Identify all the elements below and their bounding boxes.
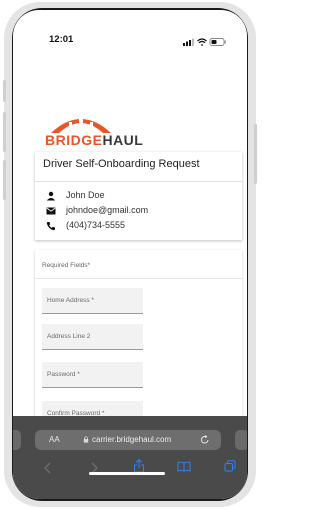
home-address-input[interactable] — [42, 288, 143, 313]
text-size-button[interactable]: AA — [49, 435, 60, 444]
phone-icon — [46, 222, 55, 231]
name-row: John Doe — [46, 190, 105, 202]
power-button — [254, 124, 257, 184]
next-tab-preview[interactable] — [235, 430, 247, 450]
bridgehaul-logo: BRIDGEHAUL — [45, 115, 155, 149]
signal-icon — [183, 38, 194, 46]
url-text[interactable]: carrier.bridgehaul.com — [92, 435, 171, 444]
address-line-2-field[interactable] — [42, 324, 143, 350]
card-divider — [35, 181, 242, 182]
logo-text-haul: HAUL — [102, 132, 144, 148]
home-indicator[interactable] — [89, 472, 165, 475]
person-icon — [46, 191, 56, 201]
volume-down-button — [3, 160, 6, 200]
volume-up-button — [3, 112, 6, 152]
required-fields-note: Required Fields* — [42, 262, 91, 269]
tabs-icon[interactable] — [224, 460, 236, 472]
address-bar[interactable]: AA carrier.bridgehaul.com — [35, 430, 221, 450]
bookmarks-icon[interactable] — [177, 461, 191, 472]
browser-toolbar: AA carrier.bridgehaul.com — [13, 416, 247, 499]
status-time: 12:01 — [49, 34, 74, 45]
email-row: johndoe@gmail.com — [46, 205, 148, 217]
share-icon[interactable] — [133, 459, 145, 473]
password-field[interactable] — [42, 362, 143, 388]
lock-icon — [83, 436, 89, 443]
logo-arch-graphic — [51, 117, 111, 133]
logo-wordmark: BRIDGEHAUL — [45, 132, 143, 148]
form-divider — [35, 278, 242, 279]
previous-tab-preview[interactable] — [13, 430, 21, 450]
phone-row: (404)734-5555 — [46, 220, 125, 232]
address-line-2-input[interactable] — [42, 324, 143, 349]
driver-email: johndoe@gmail.com — [66, 205, 149, 215]
password-input[interactable] — [42, 362, 143, 387]
driver-phone: (404)734-5555 — [66, 220, 126, 230]
driver-info-card: Driver Self-Onboarding Request John Doe … — [35, 152, 242, 240]
wifi-icon — [197, 38, 207, 46]
card-title: Driver Self-Onboarding Request — [43, 158, 200, 170]
reload-icon[interactable] — [200, 434, 210, 445]
screen: 12:01 BRIDGEHAUL Driver Self-Onboarding … — [13, 10, 247, 499]
logo-text-bridge: BRIDGE — [45, 132, 103, 148]
back-icon[interactable] — [43, 462, 53, 474]
battery-icon — [209, 38, 226, 46]
driver-name: John Doe — [66, 190, 105, 200]
status-bar: 12:01 — [13, 10, 247, 50]
mail-icon — [46, 207, 56, 215]
home-address-field[interactable] — [42, 288, 143, 314]
status-icons — [183, 34, 227, 52]
mute-switch — [3, 80, 6, 102]
